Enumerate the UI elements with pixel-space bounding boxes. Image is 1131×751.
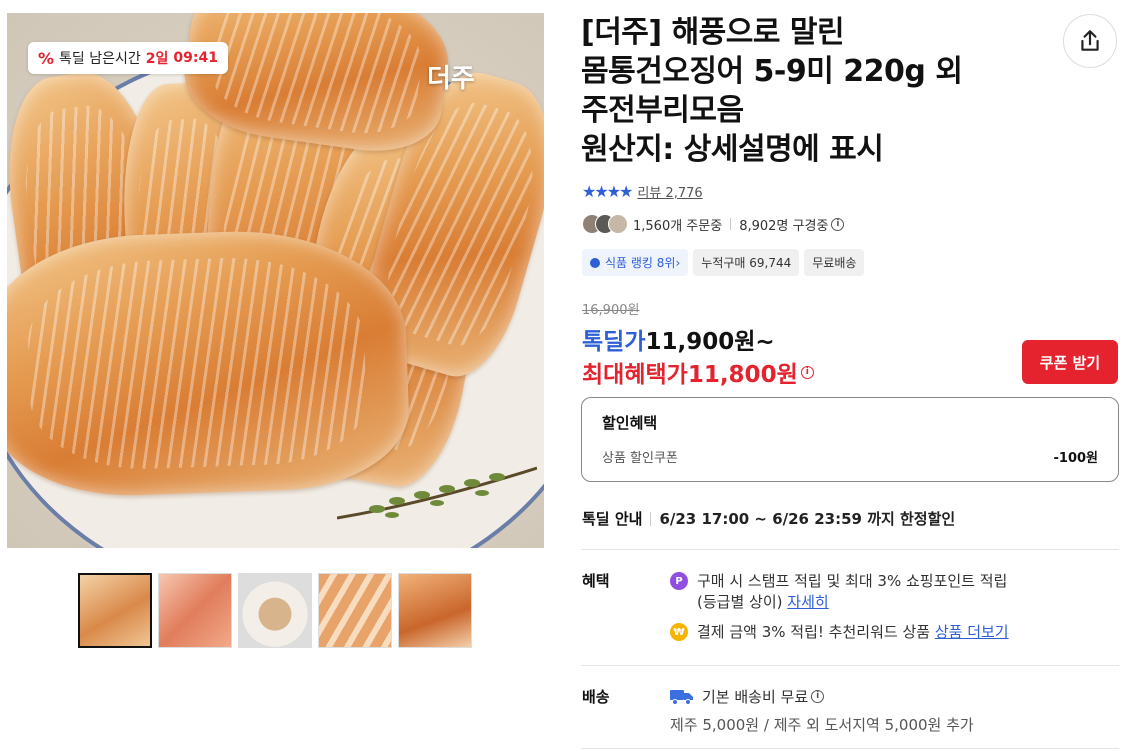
benefit-text: 결제 금액 3% 적립! 추천리워드 상품 [697,623,931,641]
viewers-count: 8,902명 구경중 [739,218,829,234]
buyers-row: 1,560개 주문중 8,902명 구경중 i [582,214,845,234]
info-icon[interactable]: i [811,690,825,703]
get-coupon-button[interactable]: 쿠폰 받기 [1022,340,1118,384]
timer-days: 2일 [145,51,169,67]
chevron-right-icon: › [675,255,681,270]
info-icon[interactable]: i [800,365,814,379]
cumulative-purchase-tag: 누적구매 69,744 [693,249,800,276]
star-rating-icon: ★★★★ [582,182,633,201]
tag-row: 식품 랭킹 8위 › 누적구매 69,744 무료배송 [582,249,865,276]
thumbnail-4[interactable] [318,573,392,648]
rating-row: ★★★★ 리뷰 2,776 [582,182,703,201]
review-count-link[interactable]: 리뷰 2,776 [637,182,702,201]
thumbnail-3[interactable] [238,573,312,648]
divider [650,511,652,526]
title-line: [더주] 해풍으로 말린 [581,15,845,50]
deal-info-label: 톡딜 안내 [582,510,643,528]
benefit-line-stamp: P 구매 시 스탬프 적립 및 최대 3% 쇼핑포인트 적립 (등급별 상이) … [670,570,1007,612]
product-title: [더주] 해풍으로 말린 몸통건오징어 5-9미 220g 외 주전부리모음 원… [581,13,1041,169]
discount-item-amount: -100원 [1053,451,1099,466]
original-price: 16,900원 [582,303,640,318]
title-line: 몸통건오징어 5-9미 220g 외 [581,54,963,89]
herb-garnish [337,466,537,520]
discount-item-label: 상품 할인쿠폰 [602,451,678,466]
ranking-tag[interactable]: 식품 랭킹 8위 › [582,249,689,276]
discount-box: 할인혜택 상품 할인쿠폰 -100원 [581,397,1119,482]
divider [730,218,732,230]
deal-period: 6/23 17:00 ~ 6/26 23:59 까지 한정할인 [659,510,956,528]
orders-count: 1,560개 주문중 [633,218,723,234]
free-shipping-tag: 무료배송 [804,249,865,276]
point-icon: P [670,572,688,590]
share-icon [1081,30,1099,51]
benefit-line-reward: ₩ 결제 금액 3% 적립! 추천리워드 상품 상품 더보기 [670,621,1009,642]
shipping-extra-fee: 제주 5,000원 / 제주 외 도서지역 5,000원 추가 [670,716,974,734]
discount-heading: 할인혜택 [602,414,658,432]
squid-piece [7,225,412,501]
max-benefit-label: 최대혜택가 [582,362,688,388]
discount-row: 상품 할인쿠폰 -100원 [602,447,1098,466]
ranking-label: 식품 랭킹 8위 [605,256,676,270]
avatar [608,214,628,234]
benefit-note: (등급별 상이) [697,593,783,611]
divider [581,549,1119,550]
timer-label: 톡딜 남은시간 [59,51,141,67]
deal-price-label: 톡딜가 [582,329,646,355]
details-link[interactable]: 자세히 [787,593,828,611]
main-product-image[interactable]: % 톡딜 남은시간 2일 09:41 더주 [7,13,544,548]
ranking-icon [590,257,600,268]
truck-icon [670,689,693,705]
timer-time: 09:41 [173,50,218,66]
more-products-link[interactable]: 상품 더보기 [935,621,1009,642]
max-benefit-value: 11,800원 [687,362,798,388]
shipping-label: 배송 [582,688,610,706]
deal-info-row: 톡딜 안내 6/23 17:00 ~ 6/26 23:59 까지 한정할인 [582,508,955,529]
deal-percent-icon: % [38,48,55,68]
title-line: 주전부리모음 [581,93,744,128]
divider [581,665,1119,666]
thumbnail-2[interactable] [158,573,232,648]
buyer-avatars [582,214,628,234]
deal-price-value: 11,900원~ [645,329,775,355]
divider [581,748,1119,749]
max-benefit-price: 최대혜택가 11,800원 i [582,355,814,389]
deal-timer-badge: % 톡딜 남은시간 2일 09:41 [28,42,228,74]
thumbnail-5[interactable] [398,573,472,648]
brand-logo: 더주 [427,64,475,94]
title-line: 원산지: 상세설명에 표시 [581,132,884,167]
thumbnail-strip [78,573,472,648]
thumbnail-1[interactable] [78,573,152,648]
share-button[interactable] [1063,14,1117,68]
shipping-fee: 기본 배송비 무료 [702,688,809,706]
deal-price: 톡딜가11,900원~ [582,322,775,356]
benefit-text: 구매 시 스탬프 적립 및 최대 3% 쇼핑포인트 적립 [697,572,1008,590]
shipping-fee-line: 기본 배송비 무료 i [670,686,825,707]
reward-coin-icon: ₩ [670,623,688,641]
benefits-label: 혜택 [582,572,610,590]
info-icon[interactable]: i [831,217,845,231]
